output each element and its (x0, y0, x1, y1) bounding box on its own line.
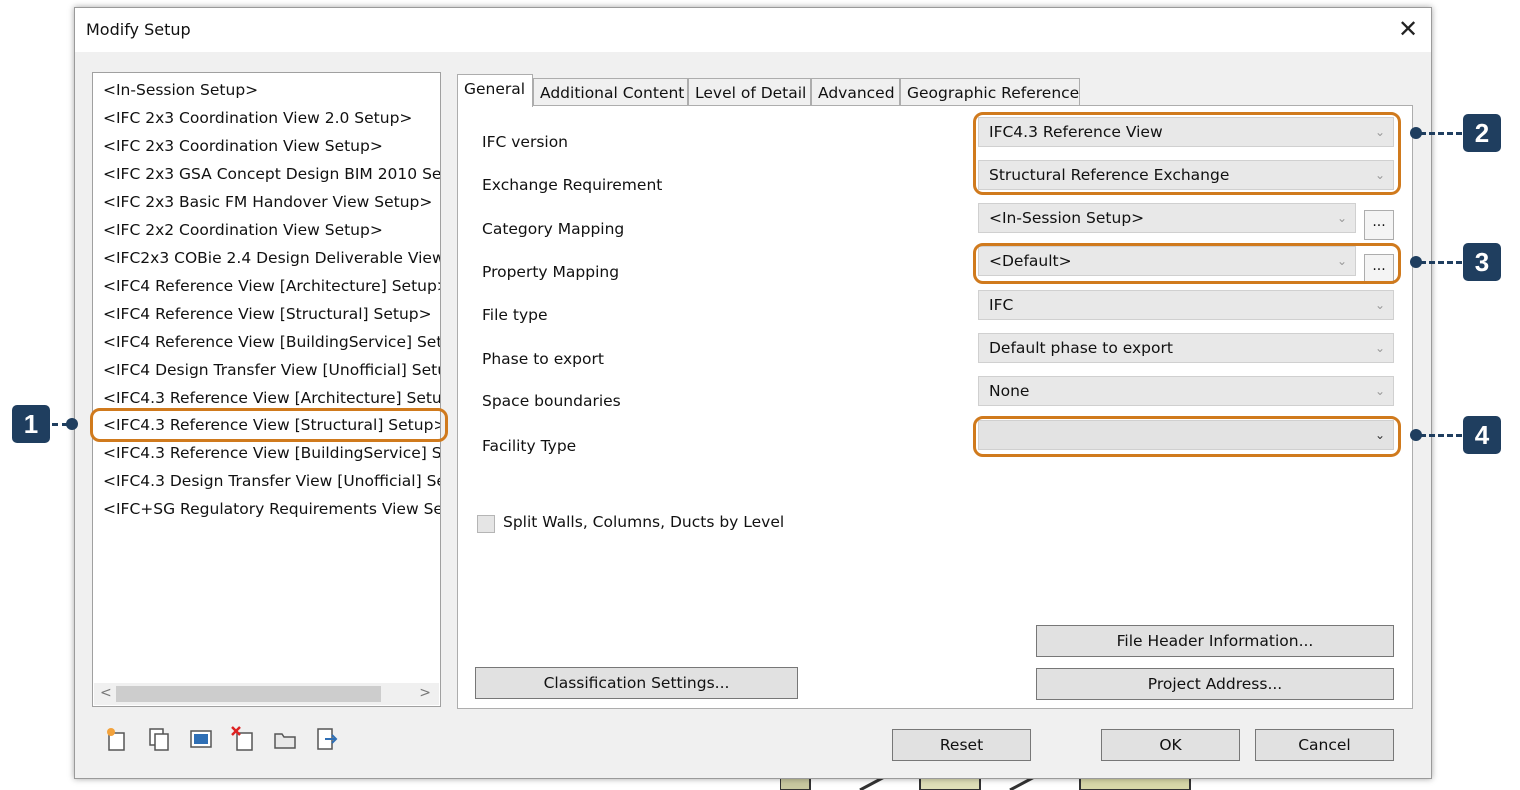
callout-4: 4 (1463, 416, 1501, 454)
file-type-label: File type (482, 306, 548, 324)
list-item[interactable]: <IFC 2x3 Basic FM Handover View Setup> (103, 189, 432, 215)
list-item[interactable]: <IFC4 Design Transfer View [Unofficial] … (103, 357, 440, 383)
scroll-right-icon[interactable]: > (419, 685, 431, 701)
tab-level-of-detail[interactable]: Level of Detail (688, 78, 811, 106)
exchange-requirement-label: Exchange Requirement (482, 176, 663, 194)
chevron-down-icon: ⌄ (1374, 298, 1385, 312)
list-item[interactable]: <IFC4.3 Reference View [Architecture] Se… (103, 385, 440, 411)
export-setup-icon[interactable] (315, 726, 339, 752)
category-mapping-select[interactable]: <In-Session Setup> ⌄ (978, 203, 1356, 233)
callout-1: 1 (12, 405, 50, 443)
classification-settings-button[interactable]: Classification Settings... (475, 667, 798, 699)
list-item[interactable]: <IFC 2x3 GSA Concept Design BIM 2010 Set… (103, 161, 440, 187)
callout-3-line (1420, 261, 1462, 264)
scrollbar-thumb[interactable] (116, 686, 381, 702)
ifc-version-select[interactable]: IFC4.3 Reference View ⌄ (978, 117, 1394, 147)
delete-setup-icon[interactable] (231, 726, 255, 752)
property-mapping-label: Property Mapping (482, 263, 620, 281)
list-item[interactable]: <IFC4.3 Reference View [BuildingService]… (103, 440, 440, 466)
new-setup-icon[interactable] (105, 726, 129, 752)
phase-to-export-value: Default phase to export (989, 339, 1173, 357)
import-setup-icon[interactable] (273, 726, 297, 752)
dialog-title: Modify Setup (86, 20, 191, 39)
list-item[interactable]: <IFC4 Reference View [BuildingService] S… (103, 329, 440, 355)
list-item[interactable]: <IFC2x3 COBie 2.4 Design Deliverable Vie… (103, 245, 440, 271)
chevron-down-icon: ⌄ (1374, 428, 1385, 442)
duplicate-setup-icon[interactable] (147, 726, 171, 752)
callout-2: 2 (1463, 114, 1501, 152)
category-mapping-label: Category Mapping (482, 220, 625, 238)
title-bar: Modify Setup ✕ (75, 8, 1431, 52)
reset-button[interactable]: Reset (892, 729, 1031, 761)
callout-2-dot (1410, 127, 1422, 139)
split-walls-checkbox[interactable] (477, 515, 495, 533)
callout-2-line (1420, 132, 1462, 135)
list-item[interactable]: <In-Session Setup> (103, 77, 258, 103)
chevron-down-icon: ⌄ (1374, 125, 1385, 139)
tab-geographic-reference[interactable]: Geographic Reference (900, 78, 1080, 106)
file-type-select[interactable]: IFC ⌄ (978, 290, 1394, 320)
callout-3-dot (1410, 256, 1422, 268)
chevron-down-icon: ⌄ (1374, 341, 1385, 355)
file-type-value: IFC (989, 296, 1014, 314)
chevron-down-icon: ⌄ (1336, 254, 1347, 268)
facility-type-select[interactable]: ⌄ (978, 420, 1394, 450)
space-boundaries-value: None (989, 382, 1030, 400)
split-walls-label: Split Walls, Columns, Ducts by Level (503, 513, 785, 531)
callout-4-dot (1410, 429, 1422, 441)
chevron-down-icon: ⌄ (1336, 211, 1347, 225)
exchange-requirement-value: Structural Reference Exchange (989, 166, 1230, 184)
exchange-requirement-select[interactable]: Structural Reference Exchange ⌄ (978, 160, 1394, 190)
horizontal-scrollbar[interactable]: < > (94, 683, 439, 705)
list-item[interactable]: <IFC4 Reference View [Architecture] Setu… (103, 273, 440, 299)
callout-4-line (1420, 434, 1462, 437)
list-item[interactable]: <IFC 2x3 Coordination View 2.0 Setup> (103, 105, 412, 131)
file-header-button[interactable]: File Header Information... (1036, 625, 1394, 657)
modify-setup-dialog: Modify Setup ✕ <In-Session Setup> <IFC 2… (74, 7, 1432, 779)
tab-additional-content[interactable]: Additional Content (533, 78, 688, 106)
project-address-button[interactable]: Project Address... (1036, 668, 1394, 700)
tab-general[interactable]: General (457, 74, 533, 107)
space-boundaries-label: Space boundaries (482, 392, 621, 410)
rename-setup-icon[interactable] (189, 726, 213, 752)
list-item[interactable]: <IFC 2x3 Coordination View Setup> (103, 133, 383, 159)
list-item[interactable]: <IFC4 Reference View [Structural] Setup> (103, 301, 432, 327)
setup-list[interactable]: <In-Session Setup> <IFC 2x3 Coordination… (92, 72, 441, 707)
chevron-down-icon: ⌄ (1374, 168, 1385, 182)
callout-1-dot (66, 418, 78, 430)
phase-to-export-label: Phase to export (482, 350, 604, 368)
category-mapping-browse-button[interactable]: ... (1364, 210, 1394, 240)
scroll-left-icon[interactable]: < (100, 685, 112, 701)
tab-advanced[interactable]: Advanced (811, 78, 900, 106)
close-icon[interactable]: ✕ (1393, 14, 1423, 44)
list-item[interactable]: <IFC4.3 Design Transfer View [Unofficial… (103, 468, 440, 494)
general-panel: IFC version Exchange Requirement Categor… (457, 105, 1413, 709)
phase-to-export-select[interactable]: Default phase to export ⌄ (978, 333, 1394, 363)
property-mapping-browse-button[interactable]: ... (1364, 254, 1394, 284)
category-mapping-value: <In-Session Setup> (989, 209, 1145, 227)
space-boundaries-select[interactable]: None ⌄ (978, 376, 1394, 406)
ok-button[interactable]: OK (1101, 729, 1240, 761)
facility-type-label: Facility Type (482, 437, 577, 455)
cancel-button[interactable]: Cancel (1255, 729, 1394, 761)
property-mapping-value: <Default> (989, 252, 1072, 270)
callout-3: 3 (1463, 243, 1501, 281)
list-item[interactable]: <IFC 2x2 Coordination View Setup> (103, 217, 383, 243)
list-item-selected[interactable]: <IFC4.3 Reference View [Structural] Setu… (103, 412, 440, 438)
ifc-version-label: IFC version (482, 133, 569, 151)
chevron-down-icon: ⌄ (1374, 384, 1385, 398)
property-mapping-select[interactable]: <Default> ⌄ (978, 246, 1356, 276)
ifc-version-value: IFC4.3 Reference View (989, 123, 1163, 141)
list-item[interactable]: <IFC+SG Regulatory Requirements View Set… (103, 496, 440, 522)
